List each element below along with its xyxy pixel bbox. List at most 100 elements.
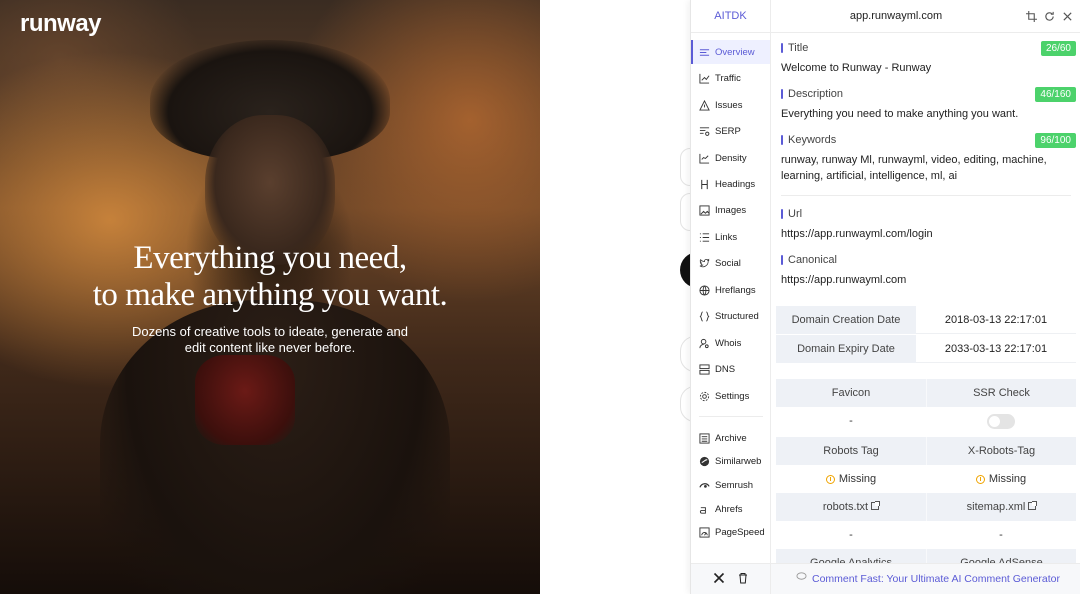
title-label: Title — [781, 42, 808, 54]
sidebar-item-label: SERP — [715, 125, 741, 137]
sidebar-tool-label: PageSpeed — [715, 526, 765, 538]
sidebar-item-traffic[interactable]: Traffic — [691, 66, 770, 90]
sidebar-item-label: Social — [715, 257, 741, 269]
domain-creation-label: Domain Creation Date — [776, 306, 916, 334]
sidebar-item-links[interactable]: Links — [691, 225, 770, 249]
domain-expiry-label: Domain Expiry Date — [776, 335, 916, 363]
globe-icon — [699, 284, 710, 296]
robots-tag-cell: Missing — [776, 465, 926, 493]
pagespeed-icon — [699, 526, 710, 538]
canonical-label: Canonical — [781, 254, 837, 266]
ssr-check-cell — [926, 407, 1076, 435]
sidebar-item-label: DNS — [715, 363, 736, 375]
sidebar-item-overview[interactable]: Overview — [691, 40, 770, 64]
runway-logo[interactable]: runway — [20, 10, 102, 38]
panel-sidebar: Overview Traffic Issues SERP Density Hea… — [691, 33, 771, 563]
keywords-value[interactable]: runway, runway Ml, runwayml, video, edit… — [781, 152, 1071, 184]
sidebar-item-headings[interactable]: Headings — [691, 172, 770, 196]
warning-circle-icon — [825, 474, 835, 484]
robots-txt-value: - — [776, 521, 926, 549]
domain-creation-value: 2018-03-13 22:17:01 — [916, 306, 1076, 334]
canonical-value[interactable]: https://app.runwayml.com — [781, 272, 1071, 288]
sidebar-divider — [699, 416, 763, 417]
x-twitter-icon[interactable] — [713, 571, 725, 589]
robots-tag-value: Missing — [838, 473, 877, 485]
robots-tag-label: Robots Tag — [776, 437, 926, 465]
sidebar-tool-semrush[interactable]: Semrush — [691, 473, 770, 497]
url-value[interactable]: https://app.runwayml.com/login — [781, 226, 1071, 242]
archive-icon — [699, 432, 710, 444]
panel-footer: Comment Fast: Your Ultimate AI Comment G… — [691, 563, 1080, 594]
sidebar-item-label: Overview — [715, 46, 755, 58]
sidebar-item-label: Settings — [715, 390, 750, 402]
description-label: Description — [781, 88, 843, 100]
url-label: Url — [781, 208, 802, 220]
aitdk-brand[interactable]: AITDK — [691, 0, 771, 33]
sidebar-item-density[interactable]: Density — [691, 146, 770, 170]
title-value[interactable]: Welcome to Runway - Runway — [781, 60, 1071, 76]
crop-icon[interactable] — [1026, 9, 1037, 22]
sidebar-item-label: Density — [715, 152, 747, 164]
sidebar-item-images[interactable]: Images — [691, 198, 770, 222]
sidebar-tool-similarweb[interactable]: Similarweb — [691, 449, 770, 473]
sidebar-tool-ahrefs[interactable]: Ahrefs — [691, 497, 770, 521]
sidebar-item-social[interactable]: Social — [691, 251, 770, 275]
sidebar-tool-label: Archive — [715, 432, 747, 444]
refresh-icon[interactable] — [1044, 9, 1055, 21]
hero-sub-line2: edit content like never before. — [184, 340, 356, 355]
sidebar-item-label: Traffic — [715, 72, 741, 84]
sitemap-xml-link[interactable]: sitemap.xml — [926, 493, 1076, 521]
hero-subheadline: Dozens of creative tools to ideate, gene… — [0, 324, 540, 356]
sidebar-tool-pagespeed[interactable]: PageSpeed — [691, 520, 770, 544]
sidebar-item-hreflangs[interactable]: Hreflangs — [691, 278, 770, 302]
domain-expiry-row: Domain Expiry Date 2033-03-13 22:17:01 — [776, 335, 1076, 363]
domain-expiry-value: 2033-03-13 22:17:01 — [916, 335, 1076, 363]
promo-link[interactable]: Comment Fast: Your Ultimate AI Comment G… — [796, 564, 1060, 594]
semrush-icon — [699, 482, 710, 488]
section-divider — [781, 195, 1071, 196]
sidebar-item-label: Whois — [715, 337, 742, 349]
sidebar-item-settings[interactable]: Settings — [691, 384, 770, 408]
trash-icon[interactable] — [737, 571, 749, 589]
sidebar-tool-archive[interactable]: Archive — [691, 426, 770, 450]
robots-header: Robots Tag X-Robots-Tag — [776, 437, 1076, 465]
sitemap-xml-label: sitemap.xml — [966, 501, 1026, 513]
analytics-header: Google Analytics Google AdSense — [776, 549, 1076, 563]
hero-headline-line2: to make anything you want. — [92, 277, 448, 313]
sidebar-tool-label: Semrush — [715, 479, 754, 491]
x-robots-tag-label: X-Robots-Tag — [926, 437, 1076, 465]
braces-icon — [699, 310, 710, 322]
external-link-icon — [871, 501, 881, 510]
sidebar-item-whois[interactable]: Whois — [691, 331, 770, 355]
serp-icon — [699, 126, 710, 136]
keywords-count-badge: 96/100 — [1035, 133, 1076, 148]
favicon-label: Favicon — [776, 379, 926, 407]
sidebar-item-serp[interactable]: SERP — [691, 119, 770, 143]
ssr-check-toggle[interactable] — [987, 413, 1015, 429]
hero-section: runway Everything you need, to make anyt… — [0, 0, 540, 594]
footer-actions — [691, 564, 771, 594]
sidebar-item-structured[interactable]: Structured — [691, 304, 770, 328]
header-actions — [1026, 9, 1073, 22]
comment-icon — [796, 564, 807, 594]
robots-sitemap-values: - - — [776, 521, 1076, 549]
description-value[interactable]: Everything you need to make anything you… — [781, 106, 1071, 122]
hero-headline-line1: Everything you need, — [133, 240, 407, 276]
ssr-check-label: SSR Check — [926, 379, 1076, 407]
sidebar-item-label: Headings — [715, 178, 756, 190]
close-icon[interactable] — [1062, 9, 1073, 21]
description-count-badge: 46/160 — [1035, 87, 1076, 102]
robots-txt-link[interactable]: robots.txt — [776, 493, 926, 521]
similarweb-icon — [699, 456, 710, 466]
sitemap-xml-value: - — [926, 521, 1076, 549]
keywords-label: Keywords — [781, 134, 836, 146]
server-icon — [699, 363, 710, 375]
warning-circle-icon — [975, 474, 985, 484]
sidebar-item-issues[interactable]: Issues — [691, 93, 770, 117]
sidebar-item-dns[interactable]: DNS — [691, 357, 770, 381]
twitter-icon — [699, 258, 710, 267]
sidebar-item-label: Issues — [715, 99, 743, 111]
favicon-ssr-header: Favicon SSR Check — [776, 379, 1076, 407]
x-robots-tag-cell: Missing — [926, 465, 1076, 493]
robots-values: Missing Missing — [776, 465, 1076, 493]
